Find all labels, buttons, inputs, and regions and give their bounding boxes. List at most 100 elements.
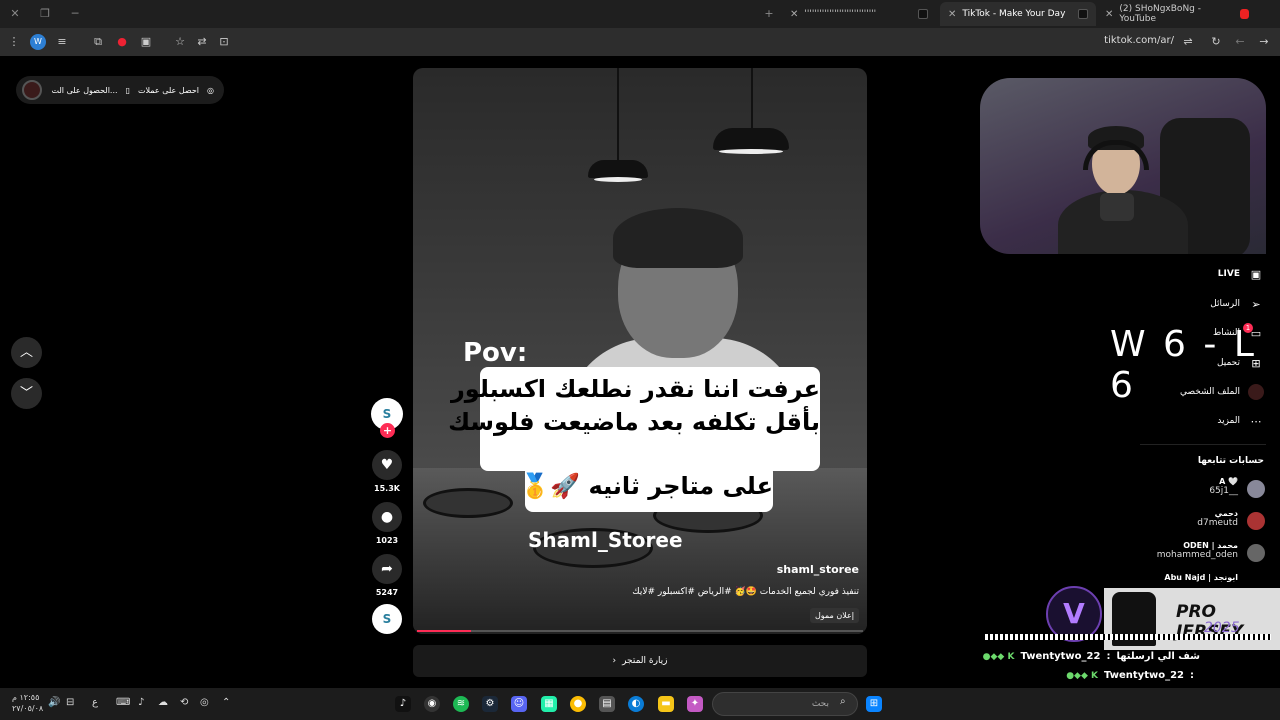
browser-address-bar: ⋮ W ≡ ⧉ ● ▣ ☆ ⇄ ⊡ tiktok.com/ar/ ⇌ ↻ ← → [0, 28, 1280, 56]
close-tab-icon[interactable]: ✕ [948, 9, 956, 20]
restore-window-icon[interactable]: ❐ [36, 6, 54, 22]
close-window-icon[interactable]: ✕ [6, 6, 24, 22]
share-count: 5247 [375, 588, 399, 597]
obs-icon[interactable]: ◉ [424, 696, 440, 712]
reading-list-icon[interactable]: ≡ [54, 34, 70, 50]
site-settings-icon[interactable]: ⇌ [1180, 34, 1196, 50]
next-video-button[interactable]: ﹀ [11, 378, 42, 409]
top-pill: الحصول على الت... ▯ احصل على عملات ◎ [16, 76, 224, 104]
previous-video-button[interactable]: ︿ [11, 337, 42, 368]
get-app-link[interactable]: الحصول على الت... [52, 86, 118, 95]
chat-badges-icon: K ◆◆● [982, 651, 1015, 662]
more-icon: ⋯ [1250, 415, 1262, 428]
close-tab-icon[interactable]: ✕ [790, 9, 798, 20]
file-explorer-icon[interactable]: ▬ [658, 696, 674, 712]
video-progress-fill [417, 630, 471, 632]
chrome-icon[interactable]: ● [570, 696, 586, 712]
sponsored-badge: إعلان ممول [809, 608, 859, 623]
edge-icon[interactable]: ◐ [628, 696, 644, 712]
chat-badges-icon: K ◆◆● [1066, 670, 1099, 681]
cloud-icon[interactable]: ☁ [158, 697, 168, 708]
tab-3[interactable]: ✕ (2) SHoNgxBoNg - YouTube [1097, 2, 1257, 26]
video-watermark: Shaml_Storee [528, 528, 683, 552]
screenshot-icon[interactable]: ▣ [138, 34, 154, 50]
following-avatar[interactable] [1247, 544, 1265, 562]
clock[interactable]: ١٢:٥٥ م ٢٧/٠٥/٠٨ [12, 692, 43, 714]
app-icon[interactable]: ▦ [541, 696, 557, 712]
close-tab-icon[interactable]: ✕ [1105, 9, 1113, 20]
forward-icon[interactable]: ← [1232, 34, 1248, 50]
following-avatar[interactable] [1247, 480, 1265, 498]
microphone [1100, 193, 1134, 221]
nav-messages[interactable]: الرسائل [1210, 299, 1240, 309]
tab-1[interactable]: ✕ ꞌꞌꞌꞌꞌꞌꞌꞌꞌꞌꞌꞌꞌꞌꞌꞌꞌꞌꞌꞌꞌꞌꞌꞌꞌꞌꞌꞌꞌ [782, 2, 940, 26]
sidebar-divider [1140, 444, 1266, 445]
back-icon[interactable]: → [1256, 34, 1272, 50]
like-button[interactable]: ♥ 15.3K [370, 450, 404, 493]
tiktok-favicon-icon [1078, 9, 1088, 19]
pov-text: Pov: [463, 338, 528, 368]
install-app-icon[interactable]: ⊡ [216, 34, 232, 50]
lamp [588, 160, 648, 182]
tray-chevron-icon[interactable]: ⌃ [222, 697, 230, 708]
volume-icon[interactable]: 🔊 [48, 697, 60, 708]
comment-button[interactable]: ● 1023 [370, 502, 404, 545]
steam-icon[interactable]: ⚙ [482, 696, 498, 712]
following-title: حسابات تتابعها [1197, 456, 1264, 466]
comment-count: 1023 [375, 536, 399, 545]
new-tab-icon[interactable]: + [760, 6, 778, 22]
jersey-ad: PRO JERSEY 2025 [1104, 588, 1280, 650]
start-windows-icon[interactable]: ⊞ [866, 696, 882, 712]
tiktok-app-icon[interactable]: ♪ [395, 696, 411, 712]
keyboard-icon[interactable]: ⌨ [116, 697, 130, 708]
following-account[interactable]: Abu Najd | ابونجد [1164, 573, 1238, 582]
language-indicator[interactable]: ع [92, 697, 98, 708]
following-account[interactable]: ODEN | محمد mohammed_oden [1157, 541, 1238, 560]
author-avatar[interactable]: S + [370, 398, 404, 438]
profile-icon[interactable]: W [30, 34, 46, 50]
get-coins-link[interactable]: احصل على عملات [138, 86, 199, 95]
discord-icon[interactable]: ☺ [511, 696, 527, 712]
messages-icon: ➢ [1251, 298, 1261, 311]
taskbar-search[interactable]: بحث [712, 692, 858, 716]
follow-plus-icon[interactable]: + [380, 423, 395, 438]
like-count: 15.3K [374, 484, 400, 493]
mic-icon[interactable]: ♪ [138, 697, 144, 708]
heart-icon: ♥ [372, 450, 402, 480]
video-author[interactable]: shaml_storee [777, 563, 859, 576]
user-avatar[interactable] [22, 80, 42, 100]
search-icon: ⌕ [840, 696, 846, 707]
sync-icon[interactable]: ⟲ [180, 697, 188, 708]
extension-icon[interactable]: ● [114, 34, 130, 50]
share-button[interactable]: ➦ 5247 [370, 554, 404, 597]
chat-noise [985, 634, 1271, 640]
bookmark-star-icon[interactable]: ☆ [172, 34, 188, 50]
menu-dots-icon[interactable]: ⋮ [6, 34, 22, 50]
lamp [713, 128, 789, 154]
app-tray-icon[interactable]: ◎ [200, 697, 209, 708]
tab-2[interactable]: ✕ TikTok - Make Your Day [940, 2, 1096, 26]
video-progress-bar[interactable] [417, 630, 863, 632]
chat-message: : Twentytwo_22 K ◆◆● [1066, 670, 1194, 681]
url-field[interactable]: tiktok.com/ar/ [1104, 35, 1174, 46]
reload-icon[interactable]: ↻ [1208, 34, 1224, 50]
nav-more[interactable]: المزيد [1217, 416, 1240, 426]
music-disc[interactable]: S [370, 604, 404, 634]
translate-icon[interactable]: ⇄ [194, 34, 210, 50]
chat-message: شف الي ارسلتها : Twentytwo_22 K ◆◆● [982, 651, 1200, 662]
following-account[interactable]: A 🤍 65j1__ [1209, 477, 1238, 496]
extensions-icon[interactable]: ⧉ [90, 34, 106, 50]
visit-store-button[interactable]: زيارة المتجر ‹ [413, 645, 867, 677]
video-player[interactable]: Pov: عرفت اننا نقدر نطلعك اكسبلور بأقل ت… [413, 68, 867, 634]
comment-icon: ● [372, 502, 402, 532]
following-account[interactable]: دحمي d7meutd [1197, 509, 1238, 528]
store-icon[interactable]: ▤ [599, 696, 615, 712]
nav-live[interactable]: LIVE [1218, 269, 1240, 279]
caption-bubble: عرفت اننا نقدر نطلعك اكسبلور بأقل تكلفه … [448, 367, 820, 471]
spotify-icon[interactable]: ≋ [453, 696, 469, 712]
minimize-window-icon[interactable]: ─ [66, 6, 84, 22]
windows-taskbar: ١٢:٥٥ م ٢٧/٠٥/٠٨ 🔊 ⊟ ع ⌨ ♪ ☁ ⟲ ◎ ⌃ ♪ ◉ ≋… [0, 688, 1280, 720]
following-avatar[interactable] [1247, 512, 1265, 530]
copilot-icon[interactable]: ✦ [687, 696, 703, 712]
network-icon[interactable]: ⊟ [66, 697, 74, 708]
